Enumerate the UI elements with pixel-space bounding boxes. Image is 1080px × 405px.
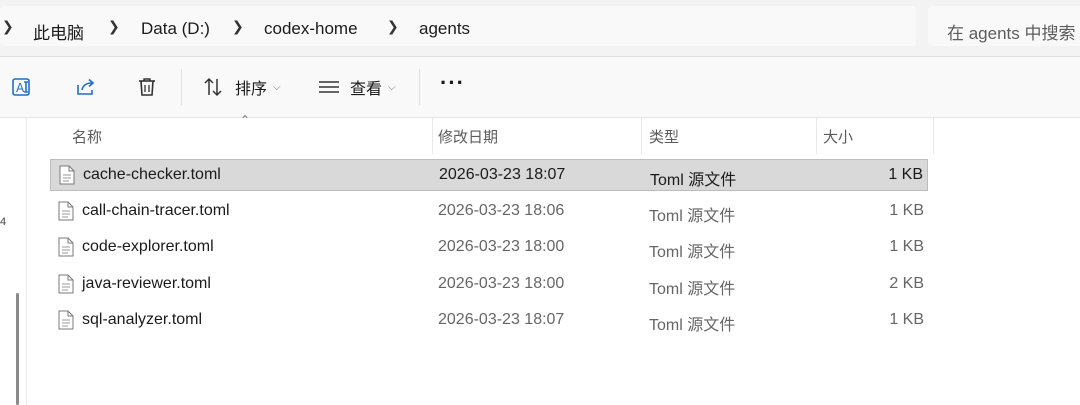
file-size: 1 KB: [889, 311, 924, 328]
file-row[interactable]: cache-checker.toml 2026-03-23 18:07 Toml 源…: [50, 159, 928, 191]
chevron-right-icon[interactable]: ❯: [232, 18, 244, 35]
rename-button[interactable]: A: [10, 71, 34, 103]
chevron-right-icon[interactable]: ❯: [387, 18, 399, 35]
chevron-down-icon: ⌵: [388, 81, 396, 93]
file-icon: [58, 237, 74, 262]
nav-scrollbar[interactable]: [16, 293, 19, 405]
column-header-type-label: 类型: [649, 129, 680, 146]
delete-button[interactable]: [135, 71, 159, 103]
file-name: cache-checker.toml: [83, 166, 221, 183]
file-type: Toml 源文件: [650, 172, 737, 189]
column-header-date-label: 修改日期: [438, 129, 499, 146]
file-date: 2026-03-23 18:06: [438, 202, 565, 219]
column-header-name-label: 名称: [72, 129, 103, 146]
share-icon: [74, 75, 98, 99]
file-row[interactable]: sql-analyzer.toml 2026-03-23 18:07 Toml 源文…: [50, 305, 928, 337]
sort-label: 排序: [235, 81, 268, 98]
sort-button[interactable]: 排序 ⌵: [201, 71, 281, 103]
breadcrumb-this-pc[interactable]: 此电脑: [33, 19, 84, 44]
chevron-down-icon: ⌵: [273, 81, 281, 93]
file-row[interactable]: code-explorer.toml 2026-03-23 18:00 Toml 源…: [50, 232, 928, 264]
rename-icon: A: [10, 75, 34, 99]
file-size: 1 KB: [889, 202, 924, 219]
more-options-button[interactable]: ···: [440, 70, 465, 103]
command-bar: A 排序 ⌵ 查看 ⌵ ···: [0, 57, 1080, 118]
file-date: 2026-03-23 18:07: [438, 311, 565, 328]
column-header-size[interactable]: 大小: [817, 118, 933, 154]
file-type: Toml 源文件: [649, 244, 736, 261]
sort-icon: [201, 75, 225, 99]
trash-icon: [135, 75, 159, 99]
chevron-right-icon[interactable]: ❯: [108, 18, 120, 35]
file-icon: [59, 165, 75, 190]
file-size: 1 KB: [888, 166, 923, 183]
share-button[interactable]: [74, 71, 98, 103]
view-button[interactable]: 查看 ⌵: [318, 71, 396, 103]
more-icon: ···: [440, 70, 465, 95]
view-label: 查看: [350, 81, 383, 98]
file-icon: [58, 274, 74, 299]
file-size: 1 KB: [889, 238, 924, 255]
nav-item-fragment[interactable]: 4: [0, 216, 6, 228]
file-date: 2026-03-23 18:00: [438, 238, 565, 255]
column-header-name[interactable]: 名称: [50, 118, 438, 154]
file-size: 2 KB: [889, 275, 924, 292]
column-header-size-label: 大小: [823, 129, 854, 146]
file-type: Toml 源文件: [649, 281, 736, 298]
svg-text:A: A: [16, 81, 25, 95]
toolbar-divider: [181, 69, 182, 105]
column-header-type[interactable]: 类型: [642, 118, 816, 154]
navigation-pane[interactable]: 4: [0, 118, 27, 405]
file-name: call-chain-tracer.toml: [82, 202, 230, 219]
column-header-date[interactable]: 修改日期: [433, 118, 641, 154]
file-name: code-explorer.toml: [82, 238, 214, 255]
file-date: 2026-03-23 18:07: [439, 166, 566, 183]
file-icon: [58, 310, 74, 335]
address-bar: ❯ 此电脑 ❯ Data (D:) ❯ codex-home ❯ agents …: [0, 0, 1080, 57]
file-type: Toml 源文件: [649, 317, 736, 334]
toolbar-divider: [419, 69, 420, 105]
file-row[interactable]: call-chain-tracer.toml 2026-03-23 18:06 To…: [50, 196, 928, 228]
search-input[interactable]: 在 agents 中搜索: [928, 6, 1080, 46]
search-placeholder: 在 agents 中搜索: [947, 24, 1076, 43]
chevron-right-icon[interactable]: ❯: [2, 18, 14, 35]
breadcrumb-codex-home[interactable]: codex-home: [264, 19, 358, 39]
column-divider[interactable]: [933, 118, 934, 154]
file-name: sql-analyzer.toml: [82, 311, 203, 328]
breadcrumb-drive-d[interactable]: Data (D:): [141, 19, 210, 39]
view-list-icon: [318, 75, 340, 99]
file-name: java-reviewer.toml: [82, 275, 211, 292]
file-row[interactable]: java-reviewer.toml 2026-03-23 18:00 Toml 源…: [50, 269, 928, 301]
file-date: 2026-03-23 18:00: [438, 275, 565, 292]
file-icon: [58, 201, 74, 226]
breadcrumb[interactable]: ❯ 此电脑 ❯ Data (D:) ❯ codex-home ❯ agents: [0, 6, 916, 46]
file-type: Toml 源文件: [649, 208, 736, 225]
breadcrumb-agents[interactable]: agents: [419, 19, 470, 39]
